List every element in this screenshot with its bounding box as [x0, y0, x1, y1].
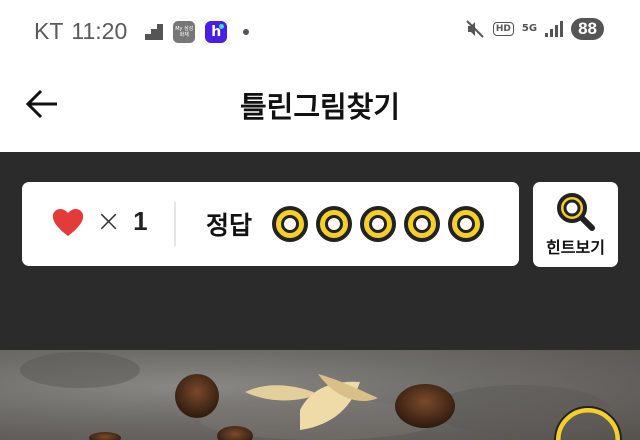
app-header: 틀린그림찾기 [0, 62, 640, 152]
lives-count: 1 [133, 206, 148, 236]
signal-icon [545, 21, 564, 37]
card-divider [174, 202, 176, 246]
photo-scene [20, 352, 622, 440]
answer-slot-2 [316, 206, 352, 242]
hint-label: 힌트보기 [546, 238, 605, 257]
battery-level: 88 [571, 18, 604, 40]
status-left: KT 11:20 My 삼성화재 h [34, 18, 250, 45]
answer-label: 정답 [206, 211, 253, 240]
clock: 11:20 [71, 18, 128, 44]
pinecone-shape [395, 384, 455, 428]
stairs-icon [145, 23, 164, 40]
hint-button[interactable]: 힌트보기 [533, 182, 618, 267]
answer-slots [272, 206, 484, 242]
answer-slot-3 [360, 206, 396, 242]
page-title: 틀린그림찾기 [239, 90, 401, 124]
multiply-sign: × [96, 203, 122, 239]
more-notifications-dot [243, 28, 250, 35]
pinecone-shape [175, 374, 219, 418]
hd-voice-icon: HD [492, 22, 514, 36]
score-card: × 1 정답 [22, 182, 519, 266]
h-app-icon: h [205, 20, 228, 43]
heart-icon [52, 208, 84, 236]
answer-slot-5 [448, 206, 484, 242]
status-right: HD 5G 88 [465, 18, 604, 40]
status-bar: KT 11:20 My 삼성화재 h HD 5G 88 [0, 0, 640, 62]
game-photo[interactable] [0, 350, 640, 440]
magnifier-icon [557, 193, 595, 231]
mute-icon [466, 20, 484, 38]
5g-icon: 5G [521, 23, 538, 34]
pinecone-shape [89, 432, 121, 440]
game-panel: × 1 정답 힌트보기 [0, 152, 640, 350]
leaf-shape [245, 385, 318, 401]
samsung-fire-app-icon: My 삼성화재 [173, 20, 196, 43]
answer-slot-1 [272, 206, 308, 242]
lives-indicator: × 1 [52, 206, 148, 237]
carrier-label: KT [34, 18, 64, 44]
answer-slot-4 [404, 206, 440, 242]
